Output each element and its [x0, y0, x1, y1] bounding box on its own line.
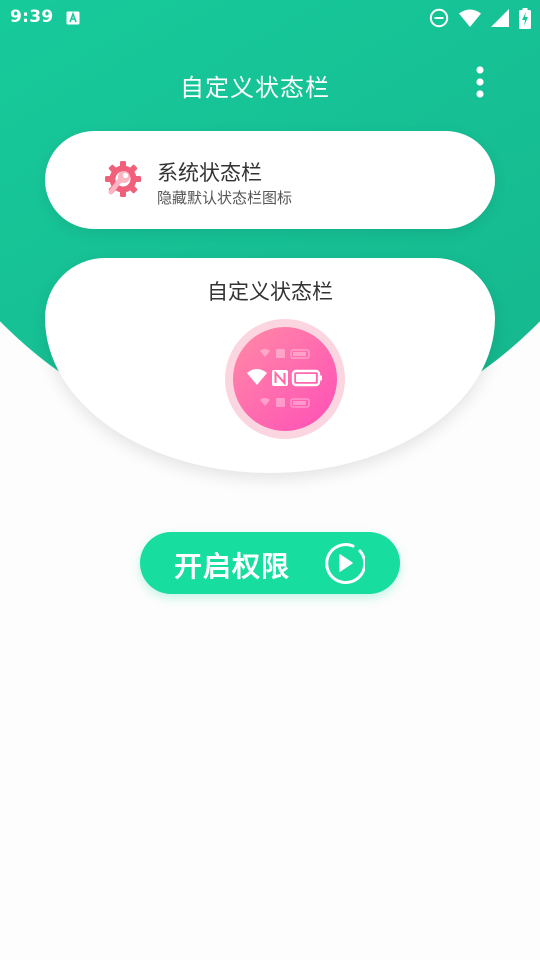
play-circle-icon [323, 542, 367, 585]
system-card-title: 系统状态栏 [157, 161, 262, 185]
system-card-subtitle: 隐藏默认状态栏图标 [157, 189, 293, 207]
custom-status-bar-card[interactable]: 自定义状态栏 [45, 258, 495, 473]
overflow-menu-button[interactable] [466, 64, 494, 104]
do-not-disturb-icon [429, 8, 449, 28]
system-status-bar-card[interactable]: 系统状态栏 隐藏默认状态栏图标 [45, 131, 495, 229]
wifi-icon [459, 9, 481, 27]
status-icons [429, 6, 531, 30]
screen: 9:39 自定义状态栏 系统状态栏 隐藏默认状态栏图标 自定义状态栏 开启权限 [0, 0, 540, 960]
page-title: 自定义状态栏 [180, 74, 330, 102]
battery-charging-icon [519, 7, 531, 29]
custom-card-title: 自定义状态栏 [207, 280, 333, 304]
status-bar-preview-icon [225, 319, 345, 439]
gear-wrench-icon [103, 159, 143, 199]
enable-permission-button[interactable]: 开启权限 [140, 532, 400, 594]
status-time: 9:39 [10, 7, 54, 27]
cell-signal-icon [491, 9, 509, 27]
app-notification-icon [66, 10, 80, 25]
enable-permission-label: 开启权限 [174, 550, 291, 583]
status-bar: 9:39 [0, 0, 540, 36]
more-vertical-icon [475, 65, 485, 103]
